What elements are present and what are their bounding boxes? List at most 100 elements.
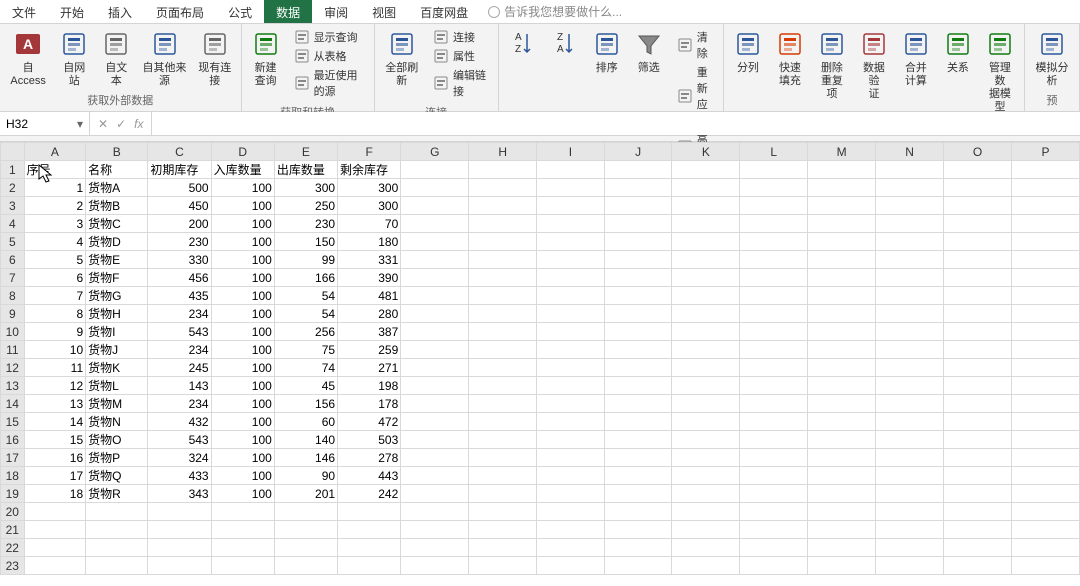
cell-J15[interactable] [604, 413, 672, 431]
cell-E5[interactable]: 150 [274, 233, 337, 251]
cell-K12[interactable] [672, 359, 740, 377]
row-header-20[interactable]: 20 [1, 503, 25, 521]
cell-N19[interactable] [876, 485, 944, 503]
cell-F8[interactable]: 481 [338, 287, 401, 305]
cell-C20[interactable] [148, 503, 211, 521]
cell-I21[interactable] [537, 521, 605, 539]
col-header-K[interactable]: K [672, 143, 740, 161]
cell-D2[interactable]: 100 [211, 179, 274, 197]
cell-I12[interactable] [537, 359, 605, 377]
cell-J19[interactable] [604, 485, 672, 503]
cell-A18[interactable]: 17 [24, 467, 86, 485]
col-header-A[interactable]: A [24, 143, 86, 161]
cell-O13[interactable] [944, 377, 1012, 395]
cell-F14[interactable]: 178 [338, 395, 401, 413]
cell-D22[interactable] [211, 539, 274, 557]
cell-K2[interactable] [672, 179, 740, 197]
cell-M9[interactable] [808, 305, 876, 323]
cell-I16[interactable] [537, 431, 605, 449]
cell-N18[interactable] [876, 467, 944, 485]
cell-M21[interactable] [808, 521, 876, 539]
fx-icon[interactable]: fx [134, 117, 143, 131]
cell-B1[interactable]: 名称 [86, 161, 148, 179]
cell-I9[interactable] [537, 305, 605, 323]
ribbon-relationships[interactable]: 关系 [938, 26, 978, 77]
cell-C4[interactable]: 200 [148, 215, 211, 233]
cell-A16[interactable]: 15 [24, 431, 86, 449]
cell-K20[interactable] [672, 503, 740, 521]
row-header-16[interactable]: 16 [1, 431, 25, 449]
cell-M6[interactable] [808, 251, 876, 269]
cell-H16[interactable] [469, 431, 537, 449]
cell-E16[interactable]: 140 [274, 431, 337, 449]
cell-L21[interactable] [740, 521, 808, 539]
cell-P13[interactable] [1012, 377, 1080, 395]
cell-D19[interactable]: 100 [211, 485, 274, 503]
cell-B9[interactable]: 货物H [86, 305, 148, 323]
row-header-8[interactable]: 8 [1, 287, 25, 305]
ribbon-what-if[interactable]: 模拟分析 [1029, 26, 1075, 90]
cell-F11[interactable]: 259 [338, 341, 401, 359]
cell-M1[interactable] [808, 161, 876, 179]
cell-J3[interactable] [604, 197, 672, 215]
cell-F19[interactable]: 242 [338, 485, 401, 503]
cell-M22[interactable] [808, 539, 876, 557]
cell-N9[interactable] [876, 305, 944, 323]
menu-数据[interactable]: 数据 [264, 0, 312, 23]
cell-D14[interactable]: 100 [211, 395, 274, 413]
row-header-15[interactable]: 15 [1, 413, 25, 431]
cell-A21[interactable] [24, 521, 86, 539]
ribbon-from-table[interactable]: 从表格 [290, 47, 368, 65]
cell-O17[interactable] [944, 449, 1012, 467]
cell-O8[interactable] [944, 287, 1012, 305]
menu-公式[interactable]: 公式 [216, 0, 264, 23]
cell-M12[interactable] [808, 359, 876, 377]
cell-M2[interactable] [808, 179, 876, 197]
cell-M5[interactable] [808, 233, 876, 251]
cell-B11[interactable]: 货物J [86, 341, 148, 359]
col-header-P[interactable]: P [1012, 143, 1080, 161]
cell-O9[interactable] [944, 305, 1012, 323]
confirm-icon[interactable]: ✓ [116, 117, 126, 131]
cell-H19[interactable] [469, 485, 537, 503]
row-header-3[interactable]: 3 [1, 197, 25, 215]
cell-C22[interactable] [148, 539, 211, 557]
cell-A13[interactable]: 12 [24, 377, 86, 395]
cell-F23[interactable] [338, 557, 401, 575]
cell-M18[interactable] [808, 467, 876, 485]
cell-O4[interactable] [944, 215, 1012, 233]
menu-审阅[interactable]: 审阅 [312, 0, 360, 23]
row-header-10[interactable]: 10 [1, 323, 25, 341]
cell-D23[interactable] [211, 557, 274, 575]
cell-O6[interactable] [944, 251, 1012, 269]
cell-K16[interactable] [672, 431, 740, 449]
cell-L11[interactable] [740, 341, 808, 359]
cell-J5[interactable] [604, 233, 672, 251]
cell-B3[interactable]: 货物B [86, 197, 148, 215]
cell-N10[interactable] [876, 323, 944, 341]
cell-L20[interactable] [740, 503, 808, 521]
cell-G15[interactable] [401, 413, 469, 431]
cell-P11[interactable] [1012, 341, 1080, 359]
cell-H3[interactable] [469, 197, 537, 215]
cell-C16[interactable]: 543 [148, 431, 211, 449]
cell-B17[interactable]: 货物P [86, 449, 148, 467]
cell-C14[interactable]: 234 [148, 395, 211, 413]
cell-K14[interactable] [672, 395, 740, 413]
row-header-19[interactable]: 19 [1, 485, 25, 503]
row-header-21[interactable]: 21 [1, 521, 25, 539]
ribbon-recent-sources[interactable]: 最近使用的源 [290, 66, 368, 100]
cell-G14[interactable] [401, 395, 469, 413]
cell-N21[interactable] [876, 521, 944, 539]
cell-J21[interactable] [604, 521, 672, 539]
cell-L13[interactable] [740, 377, 808, 395]
cell-G6[interactable] [401, 251, 469, 269]
cell-D18[interactable]: 100 [211, 467, 274, 485]
cell-O20[interactable] [944, 503, 1012, 521]
cell-H2[interactable] [469, 179, 537, 197]
cell-L4[interactable] [740, 215, 808, 233]
cell-I18[interactable] [537, 467, 605, 485]
cell-E3[interactable]: 250 [274, 197, 337, 215]
cell-I4[interactable] [537, 215, 605, 233]
cell-E2[interactable]: 300 [274, 179, 337, 197]
